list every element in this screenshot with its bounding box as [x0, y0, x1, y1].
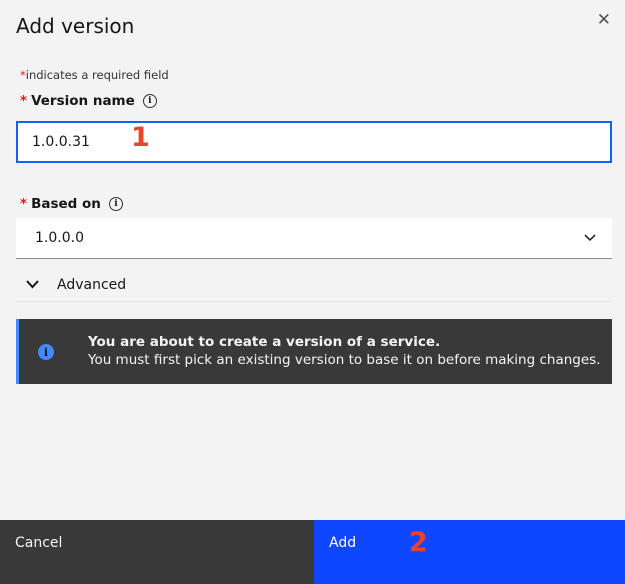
- required-star: *: [20, 93, 28, 109]
- chevron-down-icon: [26, 277, 39, 293]
- cancel-button-label: Cancel: [15, 535, 63, 551]
- cancel-button[interactable]: Cancel: [0, 520, 314, 584]
- based-on-label-row: * Based on i: [20, 196, 123, 212]
- modal-footer: Cancel Add 2: [0, 520, 625, 584]
- close-icon[interactable]: ✕: [597, 12, 611, 29]
- info-icon: i: [38, 344, 54, 360]
- advanced-label: Advanced: [57, 276, 127, 293]
- version-name-value: 1.0.0.31: [32, 134, 90, 150]
- chevron-down-icon: [584, 230, 596, 246]
- modal-title: Add version: [16, 14, 135, 38]
- version-name-label: Version name: [31, 93, 135, 109]
- version-name-label-row: * Version name i: [20, 93, 157, 109]
- add-button-label: Add: [329, 535, 357, 551]
- info-icon[interactable]: i: [142, 94, 157, 108]
- annotation-marker-2: 2: [409, 527, 428, 558]
- notification-body: You must first pick an existing version …: [88, 352, 601, 368]
- annotation-marker-1: 1: [131, 122, 150, 153]
- info-notification: i You are about to create a version of a…: [16, 319, 612, 384]
- advanced-toggle[interactable]: Advanced: [16, 268, 612, 302]
- add-button[interactable]: Add 2: [314, 520, 625, 584]
- notification-title: You are about to create a version of a s…: [88, 334, 441, 350]
- based-on-label: Based on: [31, 196, 101, 212]
- based-on-value: 1.0.0.0: [35, 230, 84, 246]
- required-note-text: indicates a required field: [25, 68, 169, 82]
- based-on-select[interactable]: 1.0.0.0: [16, 218, 612, 259]
- required-field-note: *indicates a required field: [20, 68, 169, 82]
- add-version-modal: Add version ✕ *indicates a required fiel…: [0, 0, 625, 584]
- version-name-input[interactable]: 1.0.0.31: [16, 121, 612, 163]
- info-icon[interactable]: i: [108, 197, 123, 211]
- required-star: *: [20, 196, 28, 212]
